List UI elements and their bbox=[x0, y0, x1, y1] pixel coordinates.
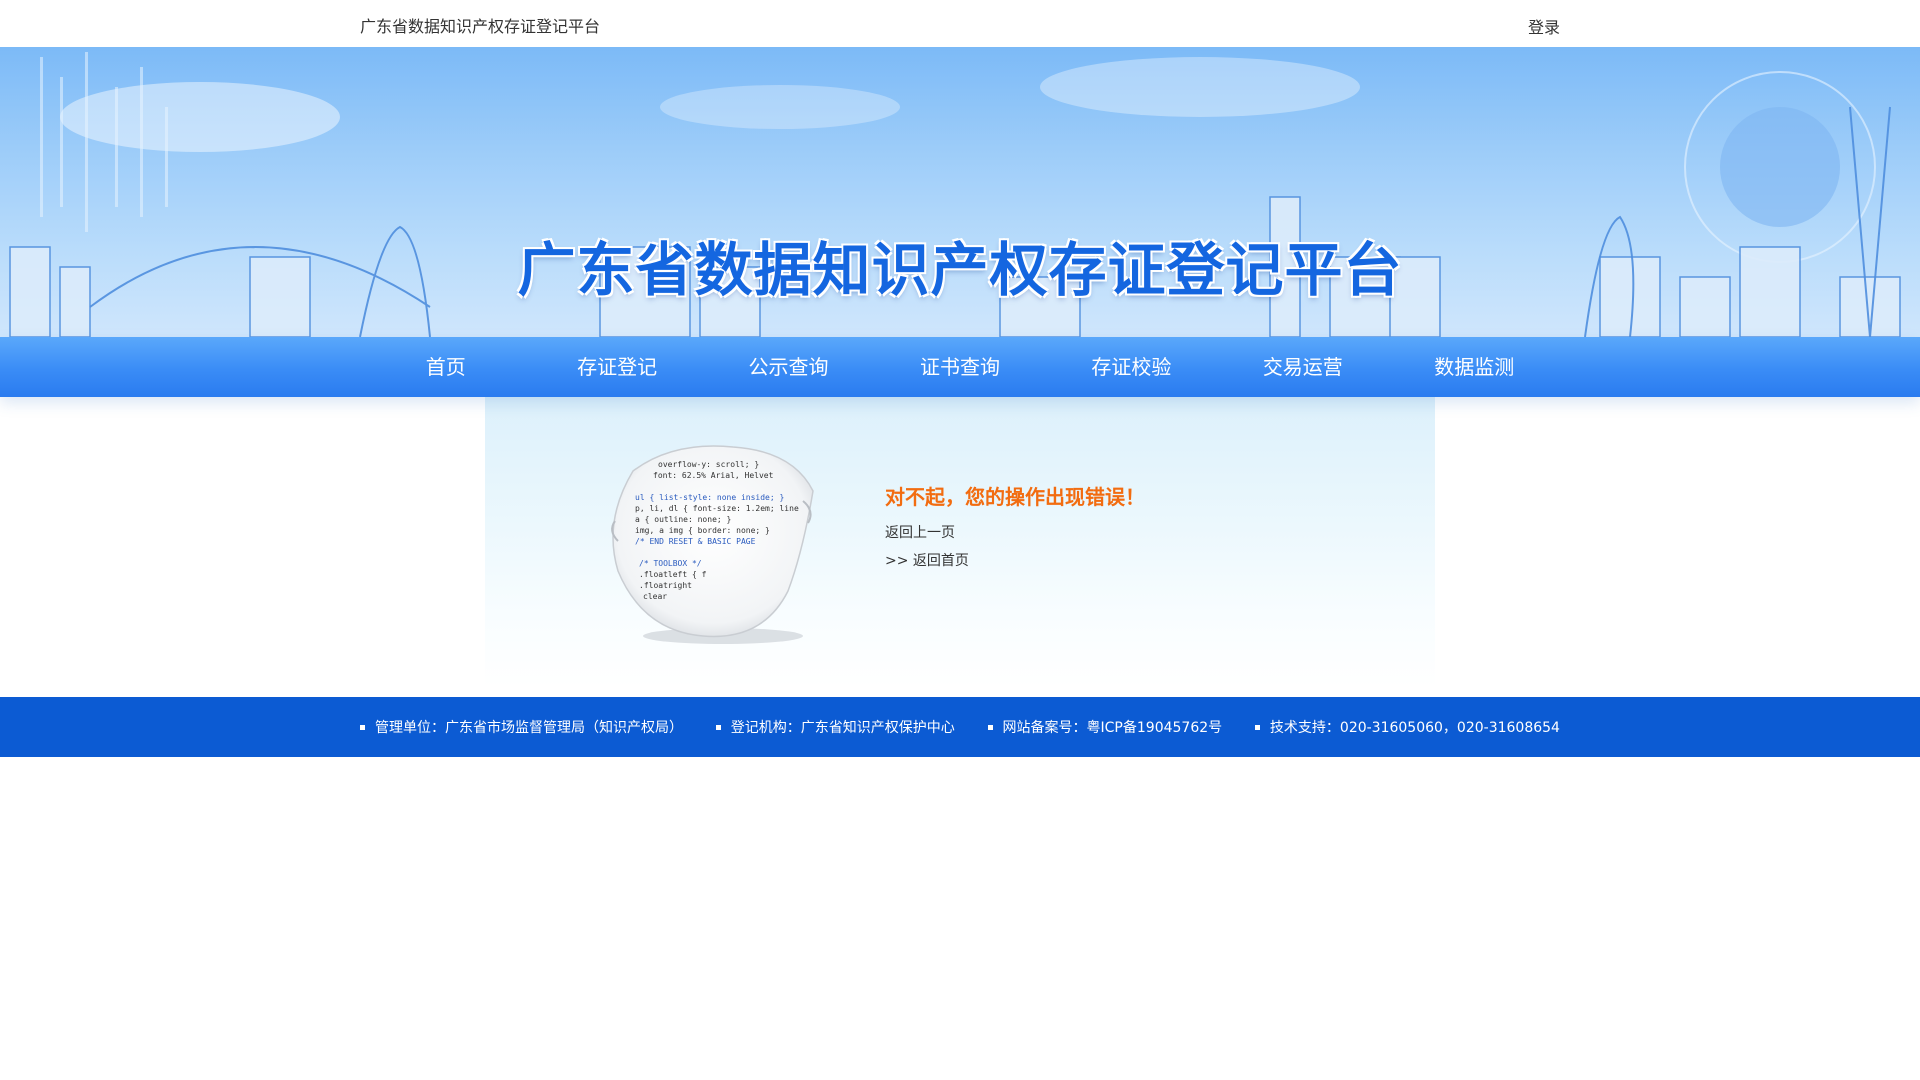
home-link[interactable]: >> 返回首页 bbox=[885, 550, 1145, 570]
site-name: 广东省数据知识产权存证登记平台 bbox=[360, 17, 601, 36]
nav-item-trading[interactable]: 交易运营 bbox=[1217, 337, 1388, 397]
bullet-icon bbox=[715, 724, 721, 730]
torn-paper-illustration: overflow-y: scroll; } font: 62.5% Arial,… bbox=[611, 445, 814, 644]
code-line: font: 62.5% Arial, Helvet bbox=[653, 471, 774, 480]
error-message: 对不起，您的操作出现错误！ 返回上一页 >> 返回首页 bbox=[885, 481, 1145, 578]
banner: 广东省数据知识产权存证登记平台 bbox=[0, 47, 1920, 337]
nav-item-data-monitoring[interactable]: 数据监测 bbox=[1389, 337, 1560, 397]
footer-item-label: 管理单位：广东省市场监督管理局（知识产权局） bbox=[375, 720, 683, 736]
main-nav: 首页 存证登记 公示查询 证书查询 存证校验 交易运营 数据监测 bbox=[0, 337, 1920, 397]
code-line: .floatright bbox=[639, 581, 692, 590]
code-line: a { outline: none; } bbox=[635, 515, 731, 524]
nav-item-home[interactable]: 首页 bbox=[360, 337, 531, 397]
footer-item-support: 技术支持：020-31605060，020-31608654 bbox=[1254, 717, 1560, 737]
footer-item-management: 管理单位：广东省市场监督管理局（知识产权局） bbox=[360, 717, 683, 737]
back-link[interactable]: 返回上一页 bbox=[885, 522, 1145, 542]
nav-item-public-query[interactable]: 公示查询 bbox=[703, 337, 874, 397]
footer-item-label: 技术支持：020-31605060，020-31608654 bbox=[1269, 720, 1560, 736]
nav-item-verification[interactable]: 存证校验 bbox=[1046, 337, 1217, 397]
footer-item-registration-agency: 登记机构：广东省知识产权保护中心 bbox=[715, 717, 955, 737]
bullet-icon bbox=[360, 724, 365, 730]
code-line: .floatleft { f bbox=[639, 570, 707, 579]
bullet-icon bbox=[1254, 724, 1260, 730]
banner-title: 广东省数据知识产权存证登记平台 bbox=[517, 236, 1403, 304]
login-link[interactable]: 登录 bbox=[1528, 14, 1560, 38]
code-line: /* END RESET & BASIC PAGE bbox=[635, 537, 756, 546]
footer-item-label: 网站备案号：粤ICP备19045762号 bbox=[1002, 720, 1223, 736]
error-title: 对不起，您的操作出现错误！ bbox=[885, 485, 1145, 509]
bullet-icon bbox=[987, 724, 993, 730]
footer-item-label: 登记机构：广东省知识产权保护中心 bbox=[730, 720, 955, 736]
main-content: overflow-y: scroll; } font: 62.5% Arial,… bbox=[0, 397, 1920, 697]
error-panel: overflow-y: scroll; } font: 62.5% Arial,… bbox=[485, 397, 1435, 687]
code-line: clear bbox=[643, 592, 667, 601]
footer-item-icp: 网站备案号：粤ICP备19045762号 bbox=[987, 717, 1223, 737]
code-line: ul { list-style: none inside; } bbox=[635, 493, 784, 502]
nav-item-registration[interactable]: 存证登记 bbox=[531, 337, 702, 397]
footer: 管理单位：广东省市场监督管理局（知识产权局） 登记机构：广东省知识产权保护中心 … bbox=[0, 697, 1920, 757]
nav-item-certificate-query[interactable]: 证书查询 bbox=[874, 337, 1045, 397]
code-line: overflow-y: scroll; } bbox=[658, 460, 759, 469]
code-line: p, li, dl { font-size: 1.2em; line bbox=[635, 504, 799, 513]
code-line: img, a img { border: none; } bbox=[635, 526, 770, 535]
code-line: /* TOOLBOX */ bbox=[639, 559, 702, 568]
top-bar: 广东省数据知识产权存证登记平台 登录 bbox=[0, 0, 1920, 47]
